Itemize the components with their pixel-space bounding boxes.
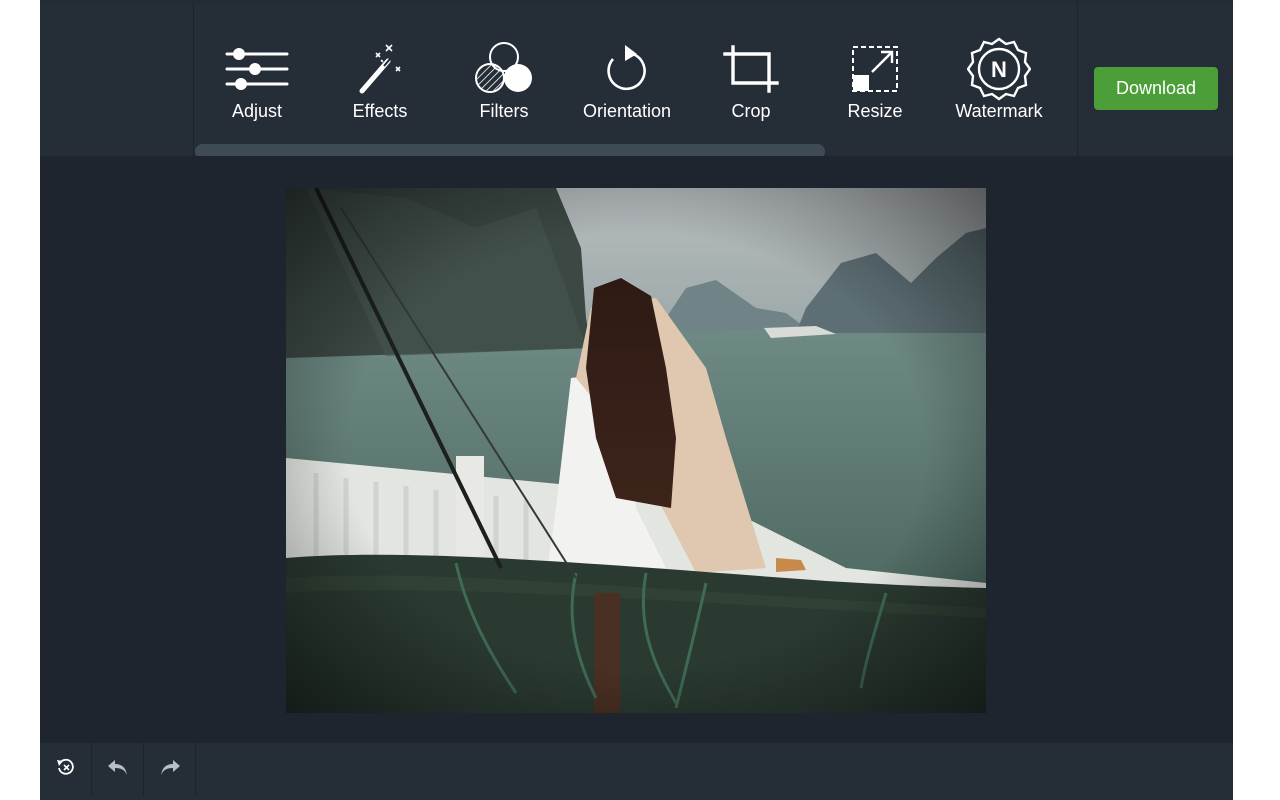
edited-photo[interactable]	[286, 188, 986, 713]
reset-icon	[56, 757, 76, 782]
window-edge	[1233, 0, 1240, 800]
tool-resize[interactable]: Resize	[813, 3, 937, 143]
canvas-area	[40, 156, 1233, 743]
tool-list: Adjust Effects Filters Orientation Crop …	[195, 3, 1078, 159]
top-toolbar: Adjust Effects Filters Orientation Crop …	[40, 0, 1233, 159]
magic-wand-icon	[348, 37, 412, 101]
bottom-bar	[40, 743, 1233, 800]
watermark-badge-icon: N	[967, 37, 1031, 101]
filters-circles-icon	[472, 37, 536, 101]
toolbar-left-panel	[40, 3, 194, 159]
tool-resize-label: Resize	[847, 101, 903, 121]
toolbar-divider	[1077, 3, 1078, 159]
redo-button[interactable]	[144, 743, 196, 796]
tool-adjust[interactable]: Adjust	[195, 3, 319, 143]
tool-orientation-label: Orientation	[582, 101, 672, 121]
tool-filters[interactable]: Filters	[442, 3, 566, 143]
resize-icon	[843, 37, 907, 101]
sliders-icon	[225, 37, 289, 101]
rotate-icon	[595, 37, 659, 101]
tool-crop-label: Crop	[731, 101, 771, 121]
tool-watermark-label: Watermark	[955, 101, 1043, 121]
download-button[interactable]: Download	[1094, 67, 1218, 110]
tool-effects[interactable]: Effects	[318, 3, 442, 143]
tool-filters-label: Filters	[479, 101, 529, 121]
crop-icon	[719, 37, 783, 101]
tool-effects-label: Effects	[352, 101, 408, 121]
watermark-badge-letter: N	[991, 57, 1007, 82]
tool-orientation[interactable]: Orientation	[565, 3, 689, 143]
tool-adjust-label: Adjust	[231, 101, 283, 121]
redo-icon	[159, 758, 181, 781]
photo-editor: Adjust Effects Filters Orientation Crop …	[40, 0, 1233, 800]
undo-icon	[107, 758, 129, 781]
undo-button[interactable]	[92, 743, 144, 796]
reset-button[interactable]	[40, 743, 92, 796]
tool-watermark[interactable]: N Watermark	[937, 3, 1061, 143]
tool-crop[interactable]: Crop	[689, 3, 813, 143]
